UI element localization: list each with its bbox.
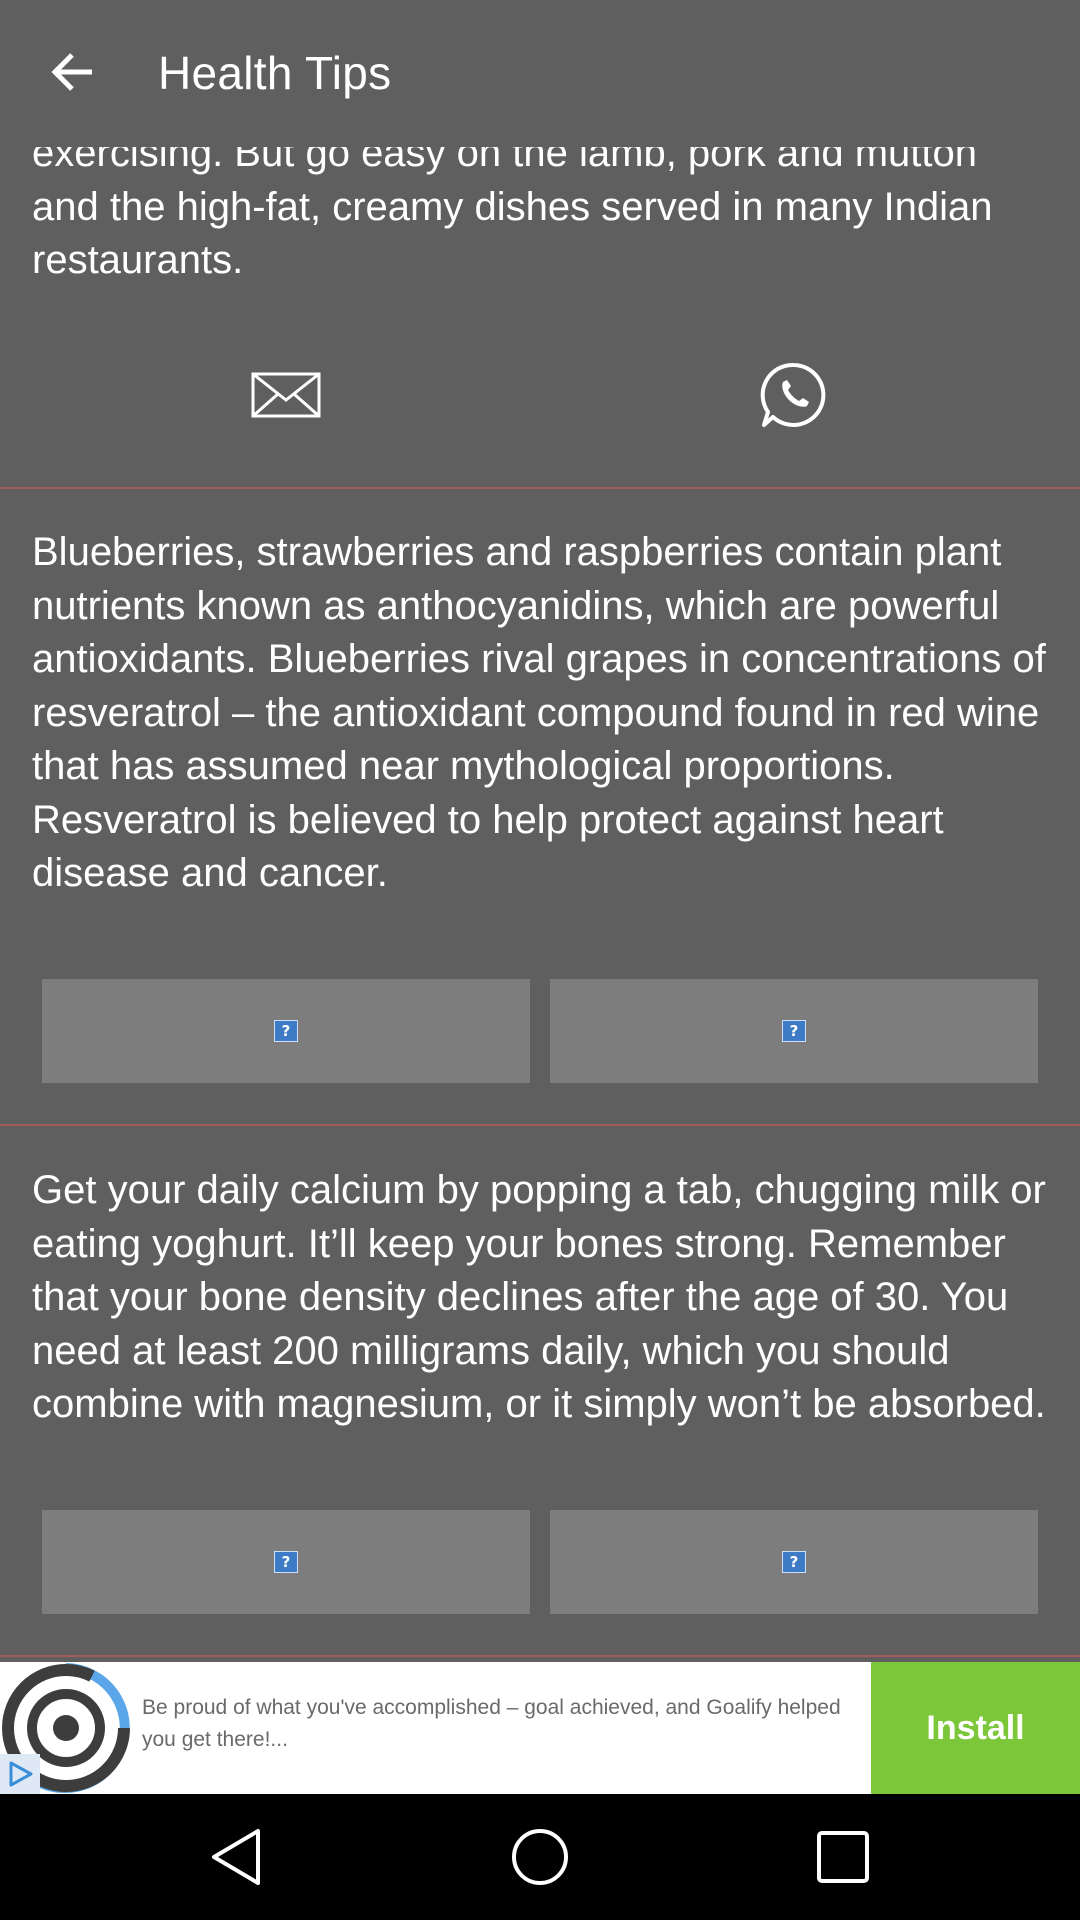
page-title: Health Tips <box>158 47 392 99</box>
nav-back-icon <box>212 1829 260 1885</box>
nav-home-button[interactable] <box>500 1817 580 1897</box>
envelope-icon <box>251 372 321 418</box>
app-screen: exercising. But go easy on the lamb, por… <box>0 0 1080 1794</box>
ad-message: Be proud of what you've accomplished – g… <box>142 1696 841 1751</box>
share-image-button-right[interactable]: ? <box>550 1510 1038 1614</box>
tip-text-2: Blueberries, strawberries and raspberrie… <box>32 530 1046 895</box>
tip-divider <box>0 1655 1080 1657</box>
install-button[interactable]: Install <box>871 1662 1080 1794</box>
tip-divider <box>0 487 1080 489</box>
ad-choices-icon[interactable] <box>0 1754 40 1794</box>
whatsapp-icon <box>760 362 826 427</box>
nav-home-icon <box>512 1829 568 1885</box>
nav-back-button[interactable] <box>196 1817 276 1897</box>
broken-image-icon: ? <box>274 1020 298 1042</box>
ad-banner[interactable]: Be proud of what you've accomplished – g… <box>0 1662 1080 1794</box>
email-share-button[interactable] <box>225 355 347 435</box>
broken-image-icon: ? <box>274 1551 298 1573</box>
share-image-button-left[interactable]: ? <box>42 1510 530 1614</box>
back-button[interactable] <box>36 36 108 108</box>
broken-image-icon: ? <box>782 1551 806 1573</box>
tip-divider <box>0 1124 1080 1126</box>
share-image-button-left[interactable]: ? <box>42 979 530 1083</box>
tip-text-3: Get your daily calcium by popping a tab,… <box>32 1168 1046 1426</box>
nav-recents-button[interactable] <box>803 1817 883 1897</box>
system-navigation-bar <box>0 1794 1080 1920</box>
tip-text-1: exercising. But go easy on the lamb, por… <box>32 131 993 282</box>
share-image-button-right[interactable]: ? <box>550 979 1038 1083</box>
nav-recents-icon <box>817 1831 869 1883</box>
arrow-left-icon <box>51 53 92 91</box>
app-bar: Health Tips <box>0 0 1080 147</box>
whatsapp-share-button[interactable] <box>733 352 855 438</box>
broken-image-icon: ? <box>782 1020 806 1042</box>
